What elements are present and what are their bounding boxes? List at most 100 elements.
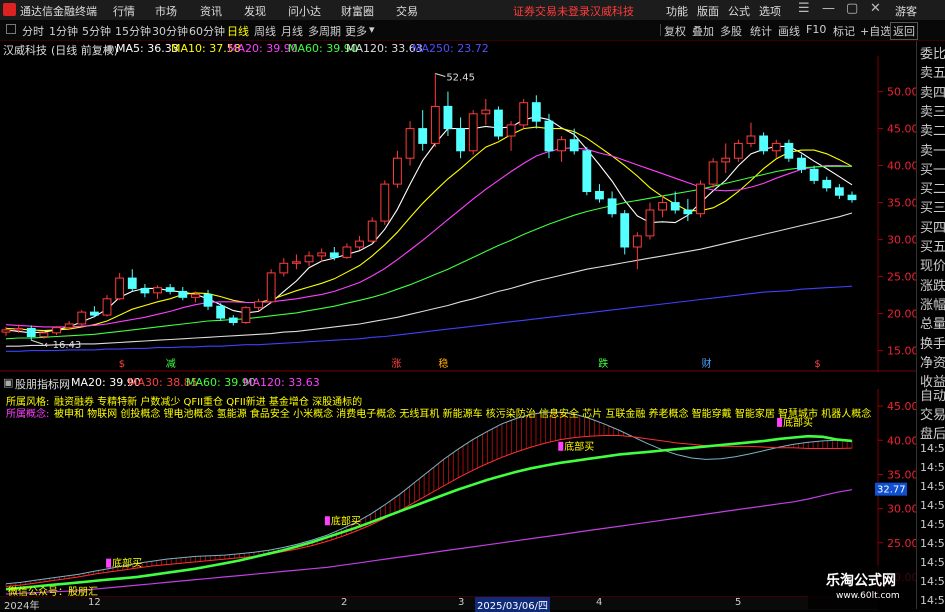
candle-body <box>304 255 314 263</box>
sidebar-item[interactable]: 买一 <box>920 159 945 178</box>
period-30min[interactable]: 30分钟 <box>152 23 188 39</box>
back-button[interactable]: 返回 <box>890 22 918 40</box>
period-daily[interactable]: 日线 <box>227 23 249 39</box>
candle-body <box>620 213 630 248</box>
period-multi[interactable]: 多周期 <box>308 23 341 39</box>
candle-body <box>632 235 642 248</box>
sidebar-item[interactable]: 卖五 <box>920 62 945 81</box>
sidebar-item[interactable]: 总量 <box>920 313 945 332</box>
draw-line-button[interactable]: 画线 <box>778 23 800 39</box>
sidebar-item[interactable]: 盘后 <box>920 423 945 442</box>
sidebar-item[interactable]: 涨跌 <box>920 275 945 294</box>
candle-body <box>102 298 112 316</box>
menu-wealth[interactable]: 财富圈 <box>341 3 374 19</box>
restore-rights-button[interactable]: 复权 <box>664 23 686 39</box>
candle-body <box>430 105 440 144</box>
ma60-line <box>5 165 852 340</box>
menu-news[interactable]: 资讯 <box>200 3 222 19</box>
period-weekly[interactable]: 周线 <box>254 23 276 39</box>
candle-body <box>14 327 24 331</box>
menu-function[interactable]: 功能 <box>666 3 688 19</box>
candle-body <box>708 161 718 185</box>
menu-market[interactable]: 市场 <box>155 3 177 19</box>
candle-body <box>834 187 844 196</box>
period-more[interactable]: 更多 <box>345 23 367 39</box>
period-15min[interactable]: 15分钟 <box>115 23 151 39</box>
current-value-text: 32.77 <box>877 485 906 496</box>
sidebar-item[interactable]: 买二 <box>920 178 945 197</box>
candle-body <box>582 150 592 193</box>
close-icon[interactable]: ✕ <box>870 1 881 16</box>
sidebar-item[interactable]: 涨幅 <box>920 294 945 313</box>
sidebar-item[interactable]: 卖四 <box>920 82 945 101</box>
settings-gear-icon[interactable]: ◉ <box>105 42 115 55</box>
signal-label: 跌 <box>598 357 608 370</box>
candle-body <box>405 128 415 159</box>
candle-body <box>531 102 541 122</box>
sidebar-item[interactable]: 买三 <box>920 197 945 216</box>
candlestick-chart[interactable]: 50.00 45.00 40.00 35.00 30.00 25.00 20.00 15.00… <box>0 56 916 372</box>
overlay-button[interactable]: 叠加 <box>692 23 714 39</box>
indicator-icon[interactable]: ▣ <box>3 376 13 389</box>
menu-layout[interactable]: 版面 <box>697 3 719 19</box>
skin-icon[interactable]: ☰ <box>798 1 810 16</box>
candle-body <box>771 142 781 152</box>
period-5min[interactable]: 5分钟 <box>82 23 111 39</box>
sidebar-item: 14:56 <box>920 442 945 455</box>
sidebar-item[interactable]: 卖三 <box>920 101 945 120</box>
period-tick[interactable]: 分时 <box>22 23 44 39</box>
candle-body <box>127 277 137 289</box>
sidebar-item[interactable]: 卖一 <box>920 140 945 159</box>
sidebar-item[interactable]: 现价 <box>920 255 945 274</box>
menu-formula[interactable]: 公式 <box>728 3 750 19</box>
add-watchlist-button[interactable]: +自选 <box>860 23 891 39</box>
sidebar-item[interactable]: 买四 <box>920 217 945 236</box>
date-label: 3 <box>458 597 465 608</box>
title-bar: 通达信金融终端 行情 市场 资讯 发现 问小达 财富圈 交易 证券交易未登录 汉… <box>0 0 945 21</box>
menu-discover[interactable]: 发现 <box>244 3 266 19</box>
candle-body <box>216 305 226 319</box>
login-status[interactable]: 证券交易未登录 <box>513 3 590 19</box>
date-label: 2 <box>341 597 348 608</box>
menu-quotes[interactable]: 行情 <box>113 3 135 19</box>
ma20-line <box>5 147 853 328</box>
sidebar-item: 14:56 <box>920 480 945 493</box>
user-label[interactable]: 游客 <box>895 3 917 19</box>
statistics-button[interactable]: 统计 <box>750 23 772 39</box>
menu-options[interactable]: 选项 <box>759 3 781 19</box>
maximize-icon[interactable]: ▢ <box>846 1 858 16</box>
ma-info-bar: 汉威科技 (日线 前复权) ◉ MA5: 36.33 MA10: 37.58 M… <box>0 41 878 57</box>
minimize-icon[interactable]: — <box>822 1 835 16</box>
sidebar-item[interactable]: 交易 <box>920 404 945 423</box>
date-label: 4 <box>596 597 603 608</box>
price-tick-label: 45.00 <box>887 123 916 136</box>
indicator-chart[interactable]: 45.0040.0035.0030.0025.0020.00底部买底部买底部买底… <box>0 389 916 596</box>
date-label: 5 <box>735 597 742 608</box>
period-monthly[interactable]: 月线 <box>281 23 303 39</box>
sidebar-item[interactable]: 买五 <box>920 236 945 255</box>
mark-button[interactable]: 标记 <box>833 23 855 39</box>
ind-tick-label: 35.00 <box>887 468 916 481</box>
ma5-line <box>5 116 853 334</box>
layout-icon[interactable] <box>6 24 16 34</box>
candle-body <box>557 139 566 152</box>
menu-trade[interactable]: 交易 <box>396 3 418 19</box>
candle-body <box>746 135 756 144</box>
candle-body <box>355 240 364 248</box>
sidebar-item[interactable]: 自动 <box>920 385 945 404</box>
ind-tick-label: 30.00 <box>887 503 916 516</box>
sidebar-item[interactable]: 卖二 <box>920 120 945 139</box>
sidebar-item: 14:56 <box>920 594 945 607</box>
period-toolbar: 分时 1分钟 5分钟 15分钟 30分钟 60分钟 日线 周线 月线 多周期 更… <box>0 20 945 41</box>
period-60min[interactable]: 60分钟 <box>189 23 225 39</box>
period-1min[interactable]: 1分钟 <box>49 23 78 39</box>
sidebar-item[interactable]: 净资 <box>920 352 945 371</box>
concept-text: 被申和 物联网 创投概念 锂电池概念 氢能源 食品安全 小米概念 消费电子概念 … <box>54 409 872 420</box>
multi-stock-button[interactable]: 多股 <box>720 23 742 39</box>
more-dropdown-icon[interactable]: ▾ <box>369 23 375 36</box>
menu-ask[interactable]: 问小达 <box>288 3 321 19</box>
candle-body <box>178 290 188 298</box>
sidebar-item[interactable]: 委比 <box>920 43 945 62</box>
sidebar-item[interactable]: 换手 <box>920 333 945 352</box>
f10-button[interactable]: F10 <box>806 23 826 36</box>
